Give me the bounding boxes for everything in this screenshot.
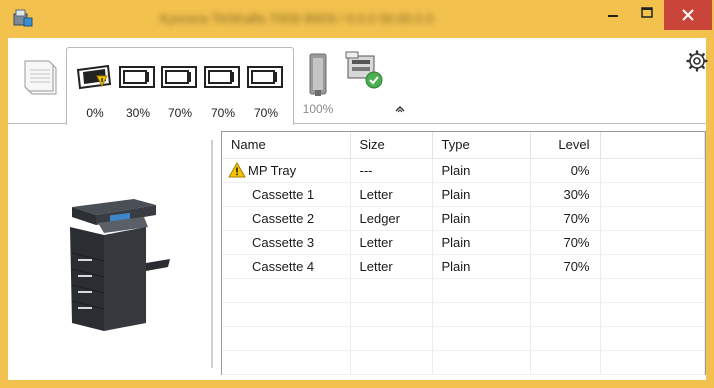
tray-level-cassette-2: 70% — [167, 106, 193, 120]
paper-tray-icon — [247, 66, 283, 88]
status-toolbar: 0% 30% 70% 70% 70% 100% — [8, 38, 708, 125]
tray-type: Plain — [432, 182, 531, 207]
maximize-icon — [641, 7, 653, 18]
chevron-up-icon[interactable] — [394, 104, 406, 114]
tray-size: --- — [350, 158, 433, 183]
tray-type: Plain — [432, 254, 531, 279]
tray-level-cassette-3: 70% — [210, 106, 236, 120]
paper-tray-icon — [204, 66, 240, 88]
warning-icon — [228, 162, 246, 178]
tray-name: MP Tray — [248, 163, 297, 178]
trays-panel[interactable]: 0% 30% 70% 70% 70% — [66, 47, 294, 125]
gear-icon[interactable] — [686, 50, 708, 72]
tray-size: Letter — [350, 230, 433, 255]
tray-level-cassette-4: 70% — [253, 106, 279, 120]
table-row[interactable]: Cassette 2 Ledger Plain 70% — [222, 206, 705, 231]
tray-level-cassette-1: 30% — [125, 106, 151, 120]
tray-level: 0% — [530, 158, 601, 183]
toner-level: 100% — [302, 102, 334, 116]
column-header-level[interactable]: Level — [530, 132, 601, 159]
tray-level: 70% — [530, 206, 601, 231]
tray-type: Plain — [432, 230, 531, 255]
paper-stack-icon[interactable] — [22, 56, 62, 98]
paper-tray-icon — [161, 66, 197, 88]
pane-splitter[interactable] — [211, 140, 213, 368]
empty-row — [222, 350, 705, 375]
minimize-button[interactable] — [596, 0, 630, 26]
maximize-button[interactable] — [630, 0, 664, 26]
table-row[interactable]: Cassette 3 Letter Plain 70% — [222, 230, 705, 255]
column-header-type[interactable]: Type — [432, 132, 531, 159]
paper-tray-icon — [119, 66, 155, 88]
tray-type: Plain — [432, 158, 531, 183]
table-row[interactable]: Cassette 4 Letter Plain 70% — [222, 254, 705, 279]
column-header-name[interactable]: Name — [222, 132, 351, 159]
tray-level: 30% — [530, 182, 601, 207]
paper-tray-icon — [76, 64, 112, 90]
printer-illustration — [70, 199, 170, 331]
toner-icon[interactable] — [306, 52, 330, 98]
title-bar[interactable]: Kyocera TASKalfa 7003i 8003i / 0.0.0 00.… — [0, 0, 714, 38]
tray-name: Cassette 2 — [222, 206, 351, 231]
table-row[interactable]: Cassette 1 Letter Plain 30% — [222, 182, 705, 207]
tray-list: Name Size Type Level MP Tray --- Plain 0… — [221, 131, 706, 375]
minimize-icon — [608, 15, 618, 17]
empty-row — [222, 278, 705, 303]
finisher-ok-icon[interactable] — [344, 50, 386, 92]
tray-type: Plain — [432, 206, 531, 231]
tray-size: Letter — [350, 182, 433, 207]
empty-row — [222, 326, 705, 351]
tray-size: Ledger — [350, 206, 433, 231]
column-header-size[interactable]: Size — [350, 132, 433, 159]
tray-name: Cassette 3 — [222, 230, 351, 255]
tray-level: 70% — [530, 254, 601, 279]
tray-name: Cassette 4 — [222, 254, 351, 279]
tray-table: Name Size Type Level MP Tray --- Plain 0… — [222, 132, 705, 375]
tray-size: Letter — [350, 254, 433, 279]
close-icon — [682, 9, 694, 21]
window-title: Kyocera TASKalfa 7003i 8003i / 0.0.0 00.… — [160, 11, 434, 26]
tray-level: 70% — [530, 230, 601, 255]
status-monitor-window: Kyocera TASKalfa 7003i 8003i / 0.0.0 00.… — [0, 0, 714, 388]
empty-row — [222, 302, 705, 327]
tray-level-mp-tray: 0% — [86, 106, 104, 120]
printer-status-icon — [13, 9, 33, 27]
tray-name-cell: MP Tray — [222, 158, 351, 183]
tray-name: Cassette 1 — [222, 182, 351, 207]
printer-view — [8, 125, 218, 380]
column-header-spacer — [600, 132, 705, 159]
close-button[interactable] — [664, 0, 712, 30]
table-header-row: Name Size Type Level — [222, 132, 705, 159]
client-area: 0% 30% 70% 70% 70% 100% Name Size Type L… — [8, 38, 708, 380]
table-row[interactable]: MP Tray --- Plain 0% — [222, 158, 705, 183]
